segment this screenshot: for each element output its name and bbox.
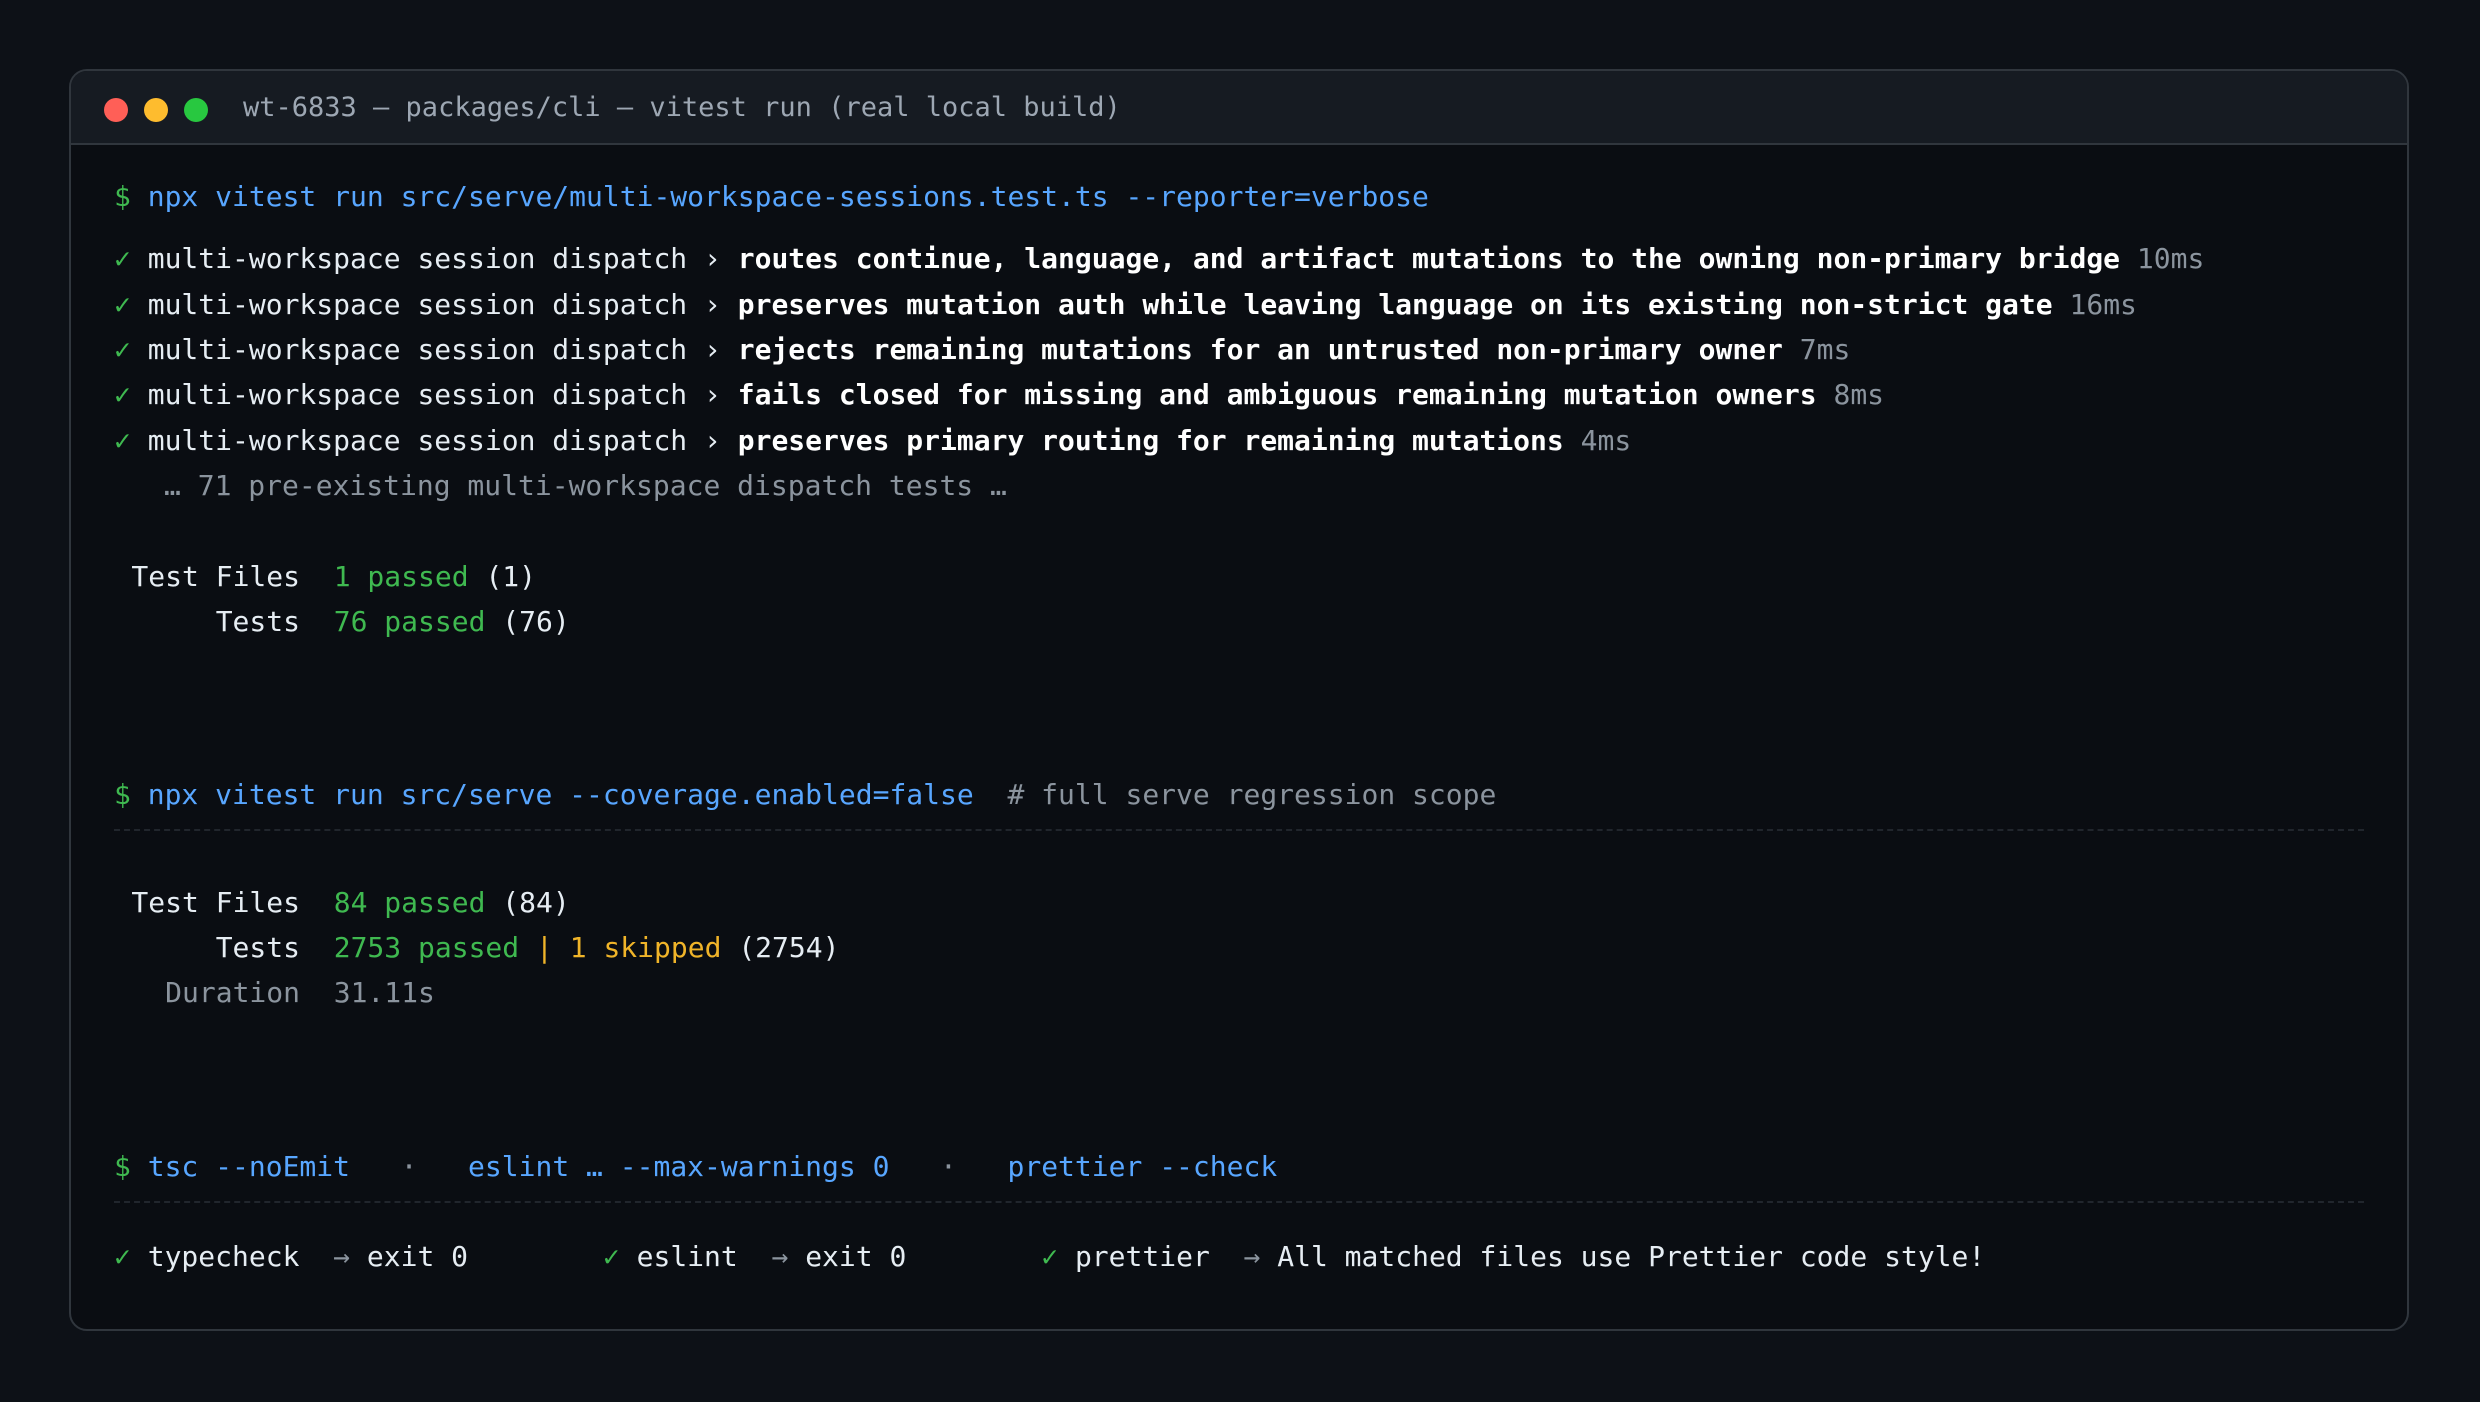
- test-suite: multi-workspace session dispatch: [147, 288, 688, 321]
- breadcrumb-arrow-icon: ›: [704, 288, 721, 321]
- passed-count: 76 passed: [333, 605, 486, 638]
- check-result: exit 0: [805, 1240, 907, 1273]
- duration-value: 31.11s: [333, 976, 435, 1009]
- command-comment: # full serve regression scope: [1007, 778, 1497, 811]
- test-result-row: ✓ multi-workspace session dispatch › fai…: [114, 377, 1884, 413]
- test-suite: multi-workspace session dispatch: [147, 424, 688, 457]
- command-line-1: $ npx vitest run src/serve/multi-workspa…: [114, 179, 1429, 215]
- summary-label: Tests: [215, 931, 300, 964]
- command-text: tsc --noEmit: [147, 1150, 351, 1183]
- test-name: preserves mutation auth while leaving la…: [737, 288, 2053, 321]
- skipped-count: 1 skipped: [569, 931, 722, 964]
- summary-label: Duration: [165, 976, 300, 1009]
- terminal-window: wt-6833 — packages/cli — vitest run (rea…: [69, 69, 2409, 1331]
- test-name: fails closed for missing and ambiguous r…: [737, 378, 1817, 411]
- test-duration: 10ms: [2136, 242, 2205, 275]
- separator-pipe: |: [536, 931, 553, 964]
- window-title: wt-6833 — packages/cli — vitest run (rea…: [243, 92, 1121, 123]
- passed-count: 84 passed: [333, 886, 486, 919]
- close-button[interactable]: [104, 98, 128, 122]
- total-count: (2754): [738, 931, 840, 964]
- summary-files-row: Test Files 84 passed (84): [114, 885, 570, 921]
- check-result: exit 0: [366, 1240, 469, 1273]
- command-text: eslint … --max-warnings 0: [468, 1150, 890, 1183]
- minimize-button[interactable]: [144, 98, 168, 122]
- test-suite: multi-workspace session dispatch: [147, 333, 688, 366]
- check-name: prettier: [1074, 1240, 1210, 1273]
- test-name: preserves primary routing for remaining …: [737, 424, 1564, 457]
- test-result-row: ✓ multi-workspace session dispatch › rou…: [114, 241, 2204, 277]
- right-arrow-icon: →: [1243, 1240, 1261, 1273]
- command-line-2: $ npx vitest run src/serve --coverage.en…: [114, 777, 1496, 813]
- check-result-row: ✓ typecheck → exit 0 ✓ eslint → exit 0 ✓…: [114, 1239, 1985, 1275]
- check-icon: ✓: [114, 378, 131, 411]
- check-name: typecheck: [147, 1240, 300, 1273]
- check-icon: ✓: [1041, 1240, 1059, 1273]
- total-count: (1): [485, 560, 537, 593]
- prompt-symbol: $: [114, 778, 131, 811]
- command-text: npx vitest run src/serve/multi-workspace…: [147, 180, 1429, 213]
- check-icon: ✓: [114, 424, 131, 457]
- maximize-button[interactable]: [184, 98, 208, 122]
- test-result-row: ✓ multi-workspace session dispatch › rej…: [114, 332, 1850, 368]
- breadcrumb-arrow-icon: ›: [704, 424, 721, 457]
- prompt-symbol: $: [114, 180, 131, 213]
- summary-duration-row: Duration 31.11s: [114, 975, 435, 1011]
- check-result: All matched files use Prettier code styl…: [1277, 1240, 1986, 1273]
- summary-files-row: Test Files 1 passed (1): [114, 559, 536, 595]
- right-arrow-icon: →: [333, 1240, 351, 1273]
- total-count: (76): [502, 605, 570, 638]
- summary-tests-row: Tests 76 passed (76): [114, 604, 570, 640]
- command-text: prettier --check: [1007, 1150, 1278, 1183]
- section-divider: [114, 1201, 2364, 1203]
- summary-label: Test Files: [131, 886, 300, 919]
- command-line-3: $ tsc --noEmit · eslint … --max-warnings…: [114, 1149, 1277, 1185]
- summary-label: Tests: [215, 605, 300, 638]
- check-icon: ✓: [114, 1240, 131, 1273]
- terminal-output: $ npx vitest run src/serve/multi-workspa…: [114, 145, 2364, 1329]
- test-name: rejects remaining mutations for an untru…: [737, 333, 1783, 366]
- passed-count: 1 passed: [333, 560, 469, 593]
- title-bar: wt-6833 — packages/cli — vitest run (rea…: [71, 71, 2407, 145]
- test-result-row: ✓ multi-workspace session dispatch › pre…: [114, 287, 2137, 323]
- test-suite: multi-workspace session dispatch: [147, 242, 688, 275]
- test-result-row: ✓ multi-workspace session dispatch › pre…: [114, 423, 1631, 459]
- test-duration: 8ms: [1833, 378, 1885, 411]
- test-name: routes continue, language, and artifact …: [737, 242, 2121, 275]
- check-icon: ✓: [114, 333, 131, 366]
- summary-tests-row: Tests 2753 passed | 1 skipped (2754): [114, 930, 840, 966]
- check-icon: ✓: [114, 242, 131, 275]
- breadcrumb-arrow-icon: ›: [704, 378, 721, 411]
- separator-dot-icon: ·: [400, 1150, 418, 1183]
- test-duration: 7ms: [1799, 333, 1851, 366]
- breadcrumb-arrow-icon: ›: [704, 242, 721, 275]
- test-suite: multi-workspace session dispatch: [147, 378, 688, 411]
- passed-count: 2753 passed: [333, 931, 520, 964]
- total-count: (84): [502, 886, 570, 919]
- collapsed-tests-note: … 71 pre-existing multi-workspace dispat…: [164, 469, 1007, 502]
- check-icon: ✓: [114, 288, 131, 321]
- command-text: npx vitest run src/serve --coverage.enab…: [147, 778, 974, 811]
- separator-dot-icon: ·: [940, 1150, 957, 1183]
- test-duration: 16ms: [2069, 288, 2137, 321]
- test-duration: 4ms: [1580, 424, 1632, 457]
- check-icon: ✓: [602, 1240, 620, 1273]
- summary-label: Test Files: [131, 560, 300, 593]
- check-name: eslint: [636, 1240, 738, 1273]
- breadcrumb-arrow-icon: ›: [704, 333, 721, 366]
- prompt-symbol: $: [114, 1150, 131, 1183]
- right-arrow-icon: →: [771, 1240, 789, 1273]
- section-divider: [114, 829, 2364, 831]
